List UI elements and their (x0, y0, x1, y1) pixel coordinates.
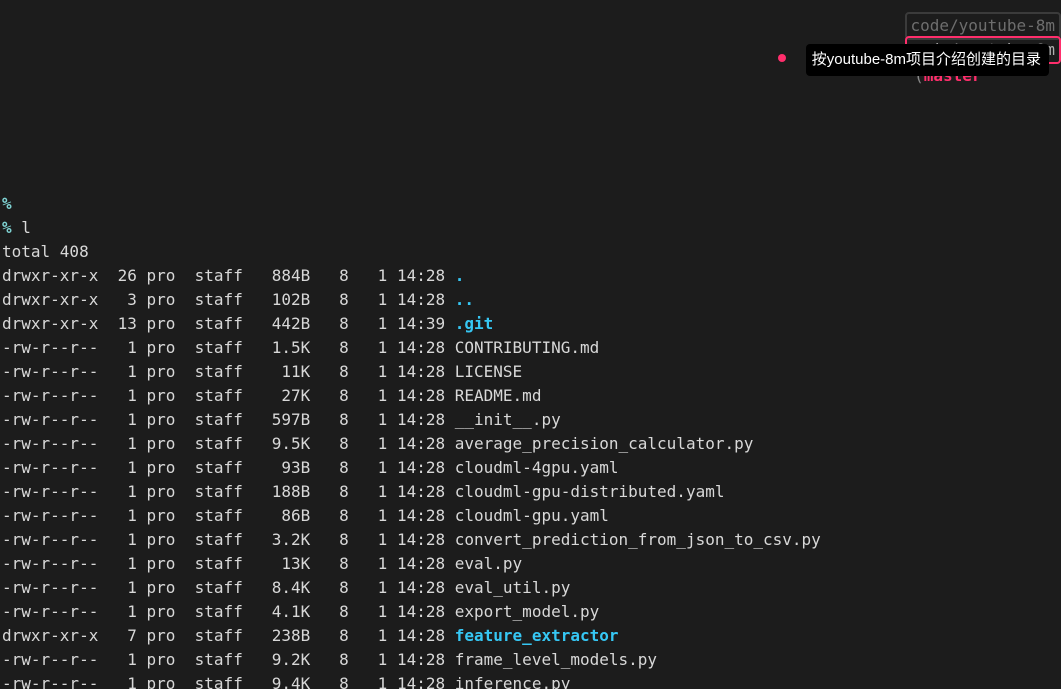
permissions: -rw-r--r-- (2, 338, 98, 357)
ls-row: -rw-r--r-- 1 pro staff 188B 8 1 14:28 cl… (2, 482, 724, 501)
permissions: -rw-r--r-- (2, 410, 98, 429)
ls-row: -rw-r--r-- 1 pro staff 93B 8 1 14:28 clo… (2, 458, 619, 477)
file-name: cloudml-gpu-distributed.yaml (455, 482, 725, 501)
ls-row: -rw-r--r-- 1 pro staff 86B 8 1 14:28 clo… (2, 506, 609, 525)
ls-row: -rw-r--r-- 1 pro staff 1.5K 8 1 14:28 CO… (2, 338, 599, 357)
ls-row: -rw-r--r-- 1 pro staff 3.2K 8 1 14:28 co… (2, 530, 821, 549)
permissions: drwxr-xr-x (2, 266, 98, 285)
permissions: drwxr-xr-x (2, 290, 98, 309)
file-name: average_precision_calculator.py (455, 434, 754, 453)
file-name: __init__.py (455, 410, 561, 429)
file-name: cloudml-4gpu.yaml (455, 458, 619, 477)
ls-row: drwxr-xr-x 7 pro staff 238B 8 1 14:28 fe… (2, 626, 619, 645)
ls-row: -rw-r--r-- 1 pro staff 9.4K 8 1 14:28 in… (2, 674, 570, 689)
file-name: . (455, 266, 465, 285)
permissions: -rw-r--r-- (2, 674, 98, 689)
ls-row: drwxr-xr-x 3 pro staff 102B 8 1 14:28 .. (2, 290, 474, 309)
terminal-viewport[interactable]: code/youtube-8m (master code/youtube-8m … (0, 0, 1061, 689)
total-line: total 408 (2, 242, 89, 261)
file-name: .git (455, 314, 494, 333)
file-name: feature_extractor (455, 626, 619, 645)
permissions: drwxr-xr-x (2, 314, 98, 333)
permissions: -rw-r--r-- (2, 602, 98, 621)
ls-row: -rw-r--r-- 1 pro staff 9.2K 8 1 14:28 fr… (2, 650, 657, 669)
file-name: eval.py (455, 554, 522, 573)
ls-row: drwxr-xr-x 13 pro staff 442B 8 1 14:39 .… (2, 314, 493, 333)
prev-prompt-symbol: % (2, 194, 12, 213)
file-name: LICENSE (455, 362, 522, 381)
ls-row: -rw-r--r-- 1 pro staff 4.1K 8 1 14:28 ex… (2, 602, 599, 621)
permissions: -rw-r--r-- (2, 554, 98, 573)
permissions: -rw-r--r-- (2, 506, 98, 525)
ls-row: -rw-r--r-- 1 pro staff 11K 8 1 14:28 LIC… (2, 362, 522, 381)
callout-text: 按youtube-8m项目介绍创建的目录 (812, 48, 1041, 72)
permissions: -rw-r--r-- (2, 362, 98, 381)
annotation-callout: 按youtube-8m项目介绍创建的目录 (806, 44, 1049, 76)
permissions: -rw-r--r-- (2, 650, 98, 669)
file-name: inference.py (455, 674, 571, 689)
file-name: CONTRIBUTING.md (455, 338, 600, 357)
permissions: -rw-r--r-- (2, 386, 98, 405)
permissions: -rw-r--r-- (2, 458, 98, 477)
permissions: -rw-r--r-- (2, 578, 98, 597)
ls-row: -rw-r--r-- 1 pro staff 8.4K 8 1 14:28 ev… (2, 578, 570, 597)
command-input[interactable]: l (21, 218, 31, 237)
file-name: frame_level_models.py (455, 650, 657, 669)
file-name: README.md (455, 386, 542, 405)
file-name: cloudml-gpu.yaml (455, 506, 609, 525)
ls-row: -rw-r--r-- 1 pro staff 597B 8 1 14:28 __… (2, 410, 561, 429)
file-name: convert_prediction_from_json_to_csv.py (455, 530, 821, 549)
file-name: export_model.py (455, 602, 600, 621)
file-name: eval_util.py (455, 578, 571, 597)
permissions: -rw-r--r-- (2, 482, 98, 501)
callout-dot-icon (778, 54, 786, 62)
file-name: .. (455, 290, 474, 309)
permissions: -rw-r--r-- (2, 434, 98, 453)
ls-row: -rw-r--r-- 1 pro staff 13K 8 1 14:28 eva… (2, 554, 522, 573)
ls-row: -rw-r--r-- 1 pro staff 9.5K 8 1 14:28 av… (2, 434, 753, 453)
ls-row: -rw-r--r-- 1 pro staff 27K 8 1 14:28 REA… (2, 386, 541, 405)
permissions: drwxr-xr-x (2, 626, 98, 645)
permissions: -rw-r--r-- (2, 530, 98, 549)
ls-row: drwxr-xr-x 26 pro staff 884B 8 1 14:28 . (2, 266, 464, 285)
prompt-symbol: % (2, 218, 12, 237)
